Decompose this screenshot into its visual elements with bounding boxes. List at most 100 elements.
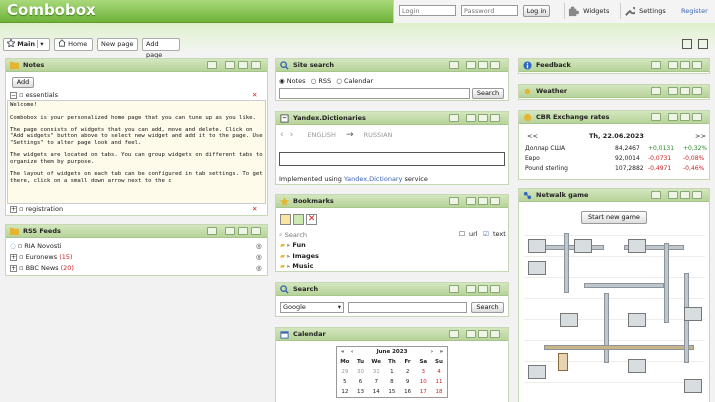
bookmark-folder[interactable]: ▰ ▸ Fun [280, 241, 306, 249]
computer-icon[interactable] [628, 359, 646, 373]
minimize-icon[interactable] [668, 61, 678, 69]
calendar-day[interactable]: 13 [353, 387, 369, 397]
chevron-down-icon[interactable]: ▾ [37, 40, 44, 48]
login-input[interactable] [399, 5, 456, 16]
rss-feed-item[interactable]: ◌ ▫ RIA Novosti ◎ [10, 242, 265, 250]
refresh-icon[interactable] [207, 61, 217, 69]
columns-icon[interactable] [682, 39, 692, 49]
pipe[interactable] [664, 243, 669, 323]
add-page-button[interactable]: Add page [142, 38, 180, 59]
expand-icon[interactable]: ▸ [287, 241, 290, 249]
refresh-icon[interactable] [651, 87, 661, 95]
server-icon[interactable] [558, 353, 568, 371]
next-year-icon[interactable]: » [439, 347, 443, 357]
rss-feed-item[interactable]: + ▫ BBC News (20) ◎ [10, 264, 265, 272]
note-essentials-header[interactable]: − ▫ essentials ✕ [10, 91, 265, 99]
to-language[interactable]: RUSSIAN [364, 131, 393, 139]
maximize-icon[interactable] [680, 113, 690, 121]
minimize-icon[interactable] [466, 197, 476, 205]
minimize-icon[interactable] [668, 87, 678, 95]
feed-settings-icon[interactable]: ◎ [256, 253, 262, 261]
expand-icon[interactable]: + [10, 253, 17, 261]
forward-arrow-icon[interactable]: › [290, 130, 294, 140]
close-icon[interactable] [490, 197, 500, 205]
from-language[interactable]: ENGLISH [307, 131, 336, 139]
feed-settings-icon[interactable]: ◎ [256, 242, 262, 250]
refresh-icon[interactable] [449, 197, 459, 205]
refresh-icon[interactable] [651, 61, 661, 69]
close-icon[interactable] [692, 87, 702, 95]
settings-button[interactable]: Settings [620, 3, 666, 19]
expand-icon[interactable]: ▸ [287, 252, 290, 260]
netwalk-board[interactable] [524, 233, 705, 402]
login-button[interactable]: Log in [523, 5, 550, 17]
next-date-link[interactable]: >> [695, 132, 706, 140]
tab-new-page[interactable]: New page [97, 38, 138, 51]
password-input[interactable] [461, 5, 518, 16]
web-search-input[interactable] [348, 302, 467, 313]
calendar-day[interactable]: 30 [353, 367, 369, 377]
calendar-day[interactable]: 1 [384, 367, 400, 377]
minimize-icon[interactable] [466, 330, 476, 338]
yandex-dictionary-link[interactable]: Yandex.Dictionary [344, 175, 402, 183]
calendar-day[interactable]: 18 [431, 387, 447, 397]
minimize-icon[interactable] [466, 114, 476, 122]
calendar-day[interactable]: 10 [415, 377, 431, 387]
minimize-icon[interactable] [466, 285, 476, 293]
calendar-day[interactable]: 15 [384, 387, 400, 397]
maximize-icon[interactable] [478, 114, 488, 122]
radio-calendar[interactable]: ○ [336, 77, 342, 85]
bookmark-folder[interactable]: ▰ ▸ Images [280, 252, 319, 260]
close-icon[interactable] [251, 61, 261, 69]
radio-rss[interactable]: ○ [311, 77, 317, 85]
computer-icon[interactable] [528, 239, 546, 253]
calendar-day[interactable]: 11 [431, 377, 447, 387]
add-note-button[interactable]: Add [12, 77, 34, 88]
app-logo[interactable]: Combobox [7, 1, 96, 19]
site-search-input[interactable] [279, 88, 470, 99]
prev-month-icon[interactable]: ‹ [351, 347, 353, 357]
pipe[interactable] [544, 345, 694, 350]
radio-notes[interactable]: ◉ [279, 77, 285, 85]
collapse-icon[interactable]: − [10, 91, 17, 99]
expand-icon[interactable]: + [10, 205, 17, 213]
web-search-button[interactable]: Search [471, 302, 504, 313]
dictionary-input[interactable] [279, 152, 505, 166]
maximize-icon[interactable] [478, 330, 488, 338]
fullscreen-icon[interactable] [698, 39, 708, 49]
close-icon[interactable] [692, 191, 702, 199]
tab-home[interactable]: Home [54, 38, 93, 51]
computer-icon[interactable] [628, 313, 646, 327]
refresh-icon[interactable] [449, 114, 459, 122]
maximize-icon[interactable] [238, 61, 248, 69]
pipe[interactable] [564, 233, 569, 293]
minimize-icon[interactable] [225, 61, 235, 69]
calendar-day[interactable]: 8 [384, 377, 400, 387]
calendar-day[interactable]: 17 [415, 387, 431, 397]
computer-icon[interactable] [628, 239, 646, 253]
close-icon[interactable] [251, 227, 261, 235]
refresh-icon[interactable] [651, 113, 661, 121]
widgets-button[interactable]: Widgets [564, 3, 609, 19]
maximize-icon[interactable] [680, 191, 690, 199]
pipe[interactable] [584, 283, 664, 288]
calendar-day[interactable]: 31 [368, 367, 384, 377]
minimize-icon[interactable] [466, 61, 476, 69]
prev-year-icon[interactable]: « [341, 347, 345, 357]
close-icon[interactable] [490, 61, 500, 69]
computer-icon[interactable] [574, 239, 592, 253]
minimize-icon[interactable] [668, 191, 678, 199]
calendar-day[interactable]: 16 [400, 387, 416, 397]
pipe[interactable] [604, 293, 609, 363]
minimize-icon[interactable] [668, 113, 678, 121]
close-icon[interactable] [490, 330, 500, 338]
maximize-icon[interactable] [680, 87, 690, 95]
maximize-icon[interactable] [478, 61, 488, 69]
close-icon[interactable] [490, 114, 500, 122]
maximize-icon[interactable] [478, 197, 488, 205]
swap-arrow-icon[interactable]: → [346, 130, 354, 140]
bookmark-folder[interactable]: ▰ ▸ Music [280, 262, 313, 270]
close-icon[interactable] [490, 285, 500, 293]
note-text[interactable]: Welcome! Combobox is your personalized h… [7, 100, 266, 204]
minimize-icon[interactable] [225, 227, 235, 235]
